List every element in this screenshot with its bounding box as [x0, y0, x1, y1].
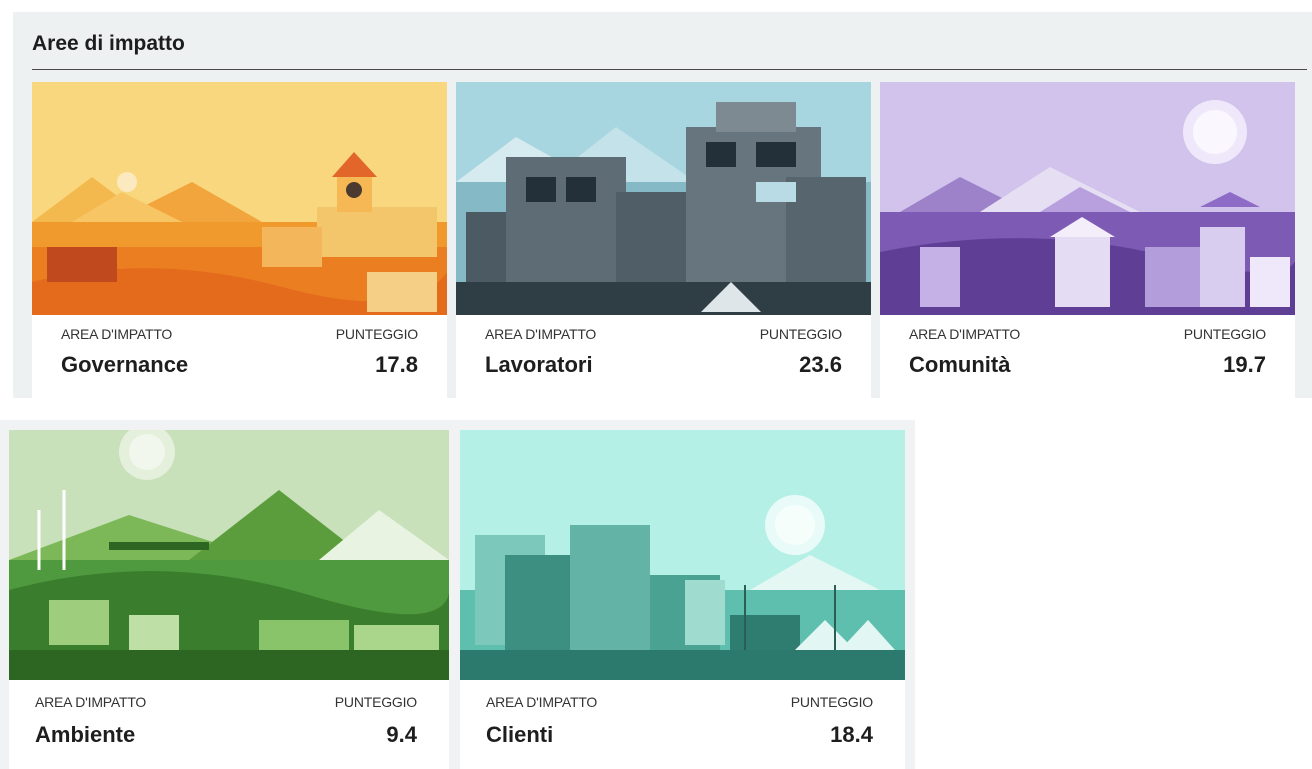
section-divider — [32, 69, 1307, 70]
area-name: Clienti — [486, 722, 554, 747]
lavoratori-illustration — [456, 82, 871, 315]
area-score: 19.7 — [1223, 352, 1266, 377]
area-name: Ambiente — [35, 722, 136, 747]
area-name: Comunità — [909, 352, 1011, 377]
score-label: PUNTEGGIO — [335, 326, 418, 342]
governance-illustration — [32, 82, 447, 315]
area-label: AREA D'IMPATTO — [485, 326, 597, 342]
score-label: PUNTEGGIO — [334, 694, 417, 710]
area-score: 17.8 — [375, 352, 418, 377]
score-label: PUNTEGGIO — [790, 694, 873, 710]
area-name: Lavoratori — [485, 352, 593, 377]
score-label: PUNTEGGIO — [1183, 326, 1266, 342]
area-score: 23.6 — [799, 352, 842, 377]
impact-card-ambiente[interactable]: AREA D'IMPATTO PUNTEGGIO Ambiente 9.4 — [9, 430, 449, 769]
impact-card-lavoratori[interactable]: AREA D'IMPATTO PUNTEGGIO Lavoratori 23.6 — [456, 82, 871, 398]
ambiente-illustration — [9, 430, 449, 680]
area-name: Governance — [61, 352, 189, 377]
area-label: AREA D'IMPATTO — [61, 326, 173, 342]
impact-card-clienti[interactable]: AREA D'IMPATTO PUNTEGGIO Clienti 18.4 — [460, 430, 905, 769]
section-title: Aree di impatto — [32, 32, 185, 55]
area-score: 9.4 — [386, 722, 417, 747]
area-label: AREA D'IMPATTO — [486, 694, 598, 710]
comunita-illustration — [880, 82, 1295, 315]
impact-card-governance[interactable]: AREA D'IMPATTO PUNTEGGIO Governance 17.8 — [32, 82, 447, 398]
area-score: 18.4 — [830, 722, 873, 747]
clienti-illustration — [460, 430, 905, 680]
score-label: PUNTEGGIO — [759, 326, 842, 342]
area-label: AREA D'IMPATTO — [909, 326, 1021, 342]
area-label: AREA D'IMPATTO — [35, 694, 147, 710]
impact-card-comunita[interactable]: AREA D'IMPATTO PUNTEGGIO Comunità 19.7 — [880, 82, 1295, 398]
